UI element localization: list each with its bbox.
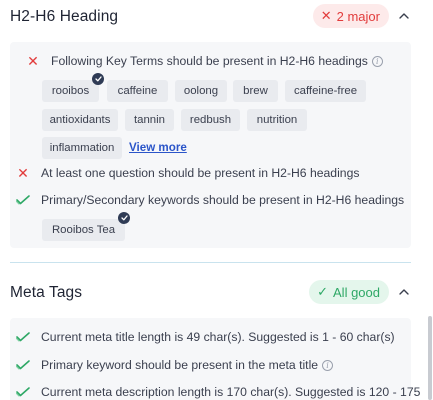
chip-label: antioxidants <box>49 114 111 126</box>
keyword-chip[interactable]: rooibos <box>42 73 104 102</box>
chip-label: rooibos <box>51 85 90 97</box>
check-icon <box>14 332 32 342</box>
chevron-up-icon[interactable] <box>397 9 411 23</box>
keyword-chip[interactable]: nutrition <box>247 109 307 131</box>
section-title-h-heading: H2-H6 Heading <box>10 8 119 25</box>
status-badge-good: ✓ All good <box>309 280 389 304</box>
check-row-meta-title-keyword: Primary keyword should be present in the… <box>14 358 425 372</box>
verified-check-icon <box>118 212 130 224</box>
chip-label: Rooibos Tea <box>51 224 116 236</box>
keyword-chip[interactable]: brew <box>233 80 278 102</box>
chip-label: caffeine <box>117 85 158 97</box>
keyword-chip[interactable]: Rooibos Tea <box>42 212 130 241</box>
info-icon[interactable]: i <box>322 359 334 371</box>
check-text: At least one question should be present … <box>41 166 360 180</box>
chip-label: brew <box>243 85 268 97</box>
check-row-meta-title-length: Current meta title length is 49 char(s).… <box>14 330 425 344</box>
check-icon <box>14 387 32 397</box>
check-text: Primary/Secondary keywords should be pre… <box>41 193 405 207</box>
check-text: Current meta title length is 49 char(s).… <box>41 330 395 344</box>
keyword-chip[interactable]: caffeine-free <box>285 80 366 102</box>
scrollbar-track[interactable] <box>427 0 433 400</box>
badge-label: All good <box>333 284 380 300</box>
check-row-keywords: Primary/Secondary keywords should be pre… <box>14 193 425 207</box>
keyword-chip[interactable]: redbush <box>181 109 240 131</box>
keyword-chip[interactable]: tannin <box>125 109 174 131</box>
chip-label: oolong <box>183 85 219 97</box>
verified-check-icon <box>92 73 104 85</box>
badge-label: 2 major <box>336 8 380 24</box>
chip-label: caffeine-free <box>293 85 358 97</box>
x-icon: ✕ <box>320 8 332 23</box>
keyword-chip[interactable]: inflammation <box>42 137 122 159</box>
x-icon: ✕ <box>27 53 39 69</box>
check-text: Following Key Terms should be present in… <box>51 54 368 68</box>
keyword-chip[interactable]: oolong <box>175 80 227 102</box>
section-divider <box>10 262 411 263</box>
chip-label: tannin <box>133 114 166 126</box>
check-row-key-terms: ✕ Following Key Terms should be present … <box>24 54 425 68</box>
check-row-meta-description-length: Current meta description length is 170 c… <box>14 385 425 399</box>
h-heading-header[interactable]: H2-H6 Heading ✕ 2 major <box>0 0 433 32</box>
info-icon[interactable]: i <box>371 55 383 67</box>
check-icon <box>14 195 32 205</box>
keyword-chip[interactable]: caffeine <box>107 80 168 102</box>
check-text: Current meta description length is 170 c… <box>41 385 421 399</box>
chip-label: redbush <box>189 114 232 126</box>
status-badge-major: ✕ 2 major <box>312 4 389 28</box>
scrollbar-thumb[interactable] <box>428 316 432 400</box>
view-more-link[interactable]: View more <box>129 141 187 154</box>
check-icon: ✓ <box>317 284 329 299</box>
keyword-chip[interactable]: antioxidants <box>42 109 118 131</box>
check-row-question: ✕ At least one question should be presen… <box>14 166 425 180</box>
section-title-meta-tags: Meta Tags <box>10 284 83 301</box>
x-icon: ✕ <box>17 165 29 181</box>
check-icon <box>14 360 32 370</box>
check-text: Primary keyword should be present in the… <box>41 358 319 372</box>
chevron-up-icon[interactable] <box>397 285 411 299</box>
chip-label: nutrition <box>256 114 298 126</box>
meta-tags-header[interactable]: Meta Tags ✓ All good <box>0 276 433 308</box>
chip-label: inflammation <box>49 142 115 154</box>
